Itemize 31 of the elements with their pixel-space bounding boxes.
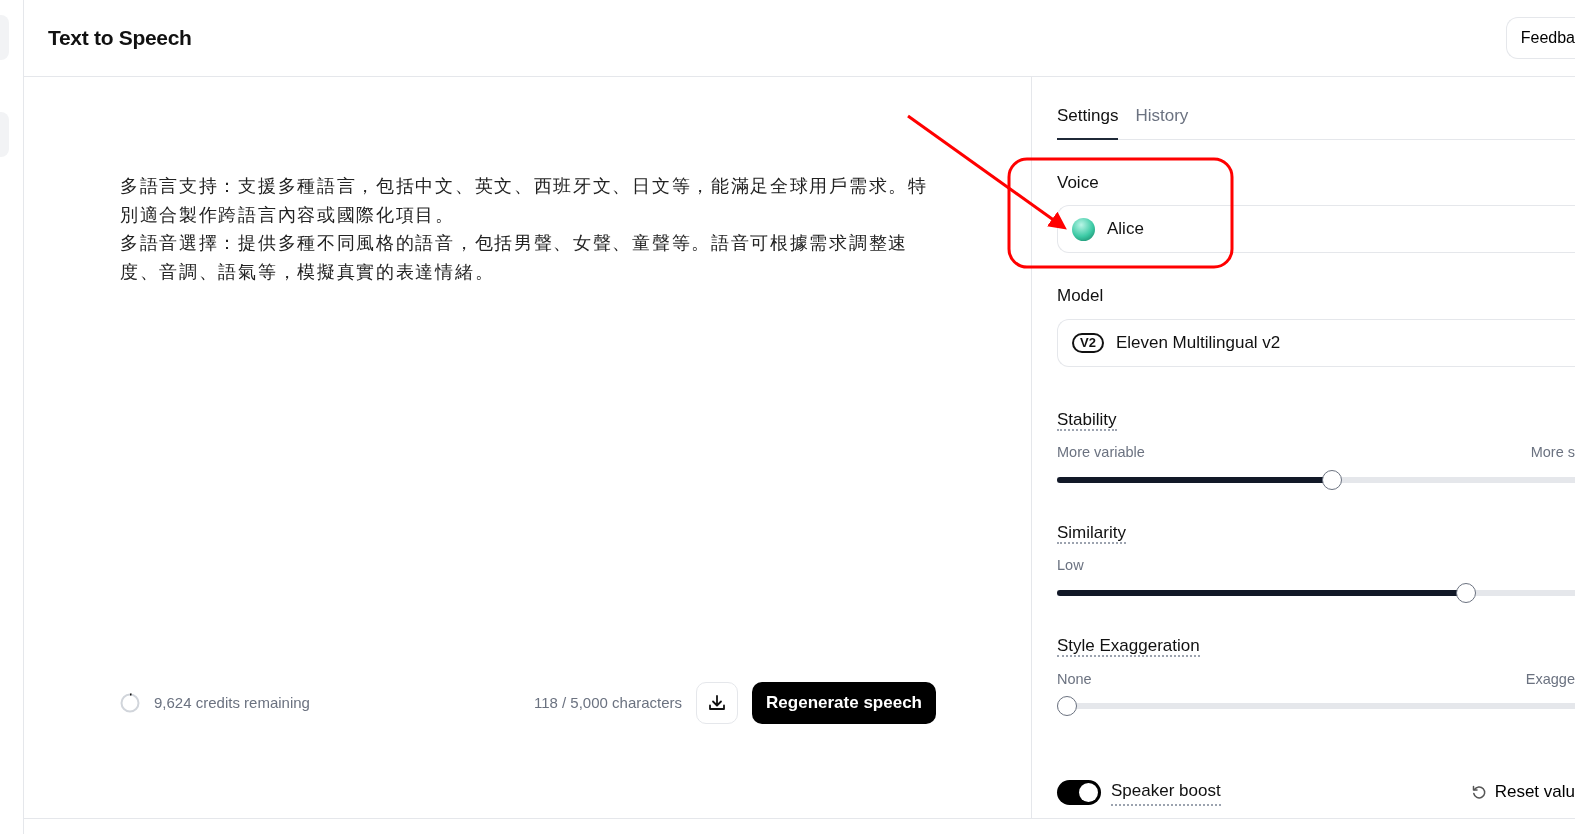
character-count: 118 / 5,000 characters [533,692,683,713]
tab[interactable]: Settings [1057,97,1119,140]
voice-label: Voice [1057,171,1100,194]
slider-thumb[interactable] [1456,583,1477,603]
text-input-area[interactable]: 多語言支持：支援多種語言，包括中文、英文、西班牙文、日文等，能滿足全球用戶需求。特別適合製作跨語言內容或國際化項目。 多語音選擇：提供多種不同風格的語音，包括男聲、女聲、童聲等。語音可根據需求調整速度、音調、語氣等，模擬真實的表達情緒。 [120,172,938,286]
voice-select[interactable]: Alice [1057,205,1575,253]
model-label: Model [1057,285,1105,307]
speaker-boost-toggle[interactable] [1057,779,1101,805]
reset-values-button[interactable]: Reset valu [1470,779,1575,805]
slider-label: Stability [1057,409,1117,431]
slider-min-label: Low [1057,556,1084,576]
speaker-boost-label: Speaker boost [1111,778,1221,806]
download-button[interactable] [696,682,739,724]
slider-min-label: More variable [1057,443,1145,462]
reset-icon [1470,784,1487,800]
credits-progress-icon [120,693,140,713]
download-icon [708,694,727,712]
slider-thumb[interactable] [1057,696,1077,717]
tab[interactable]: History [1135,97,1189,140]
voice-avatar-icon [1072,217,1095,241]
slider-label: Style Exaggeration [1057,636,1200,657]
credits-remaining: 9,624 credits remaining [154,692,310,713]
slider-min-label: None [1057,669,1092,689]
slider-max-label: More s [1530,443,1575,462]
slider-max-label: Exagge [1525,669,1575,689]
slider-label: Similarity [1057,522,1126,544]
feedback-button[interactable]: Feedba [1505,17,1575,59]
slider-thumb[interactable] [1321,469,1342,490]
regenerate-speech-button[interactable]: Regenerate speech [752,682,936,724]
model-select[interactable]: V2 Eleven Multilingual v2 [1057,318,1575,367]
page-title: Text to Speech [48,25,192,51]
